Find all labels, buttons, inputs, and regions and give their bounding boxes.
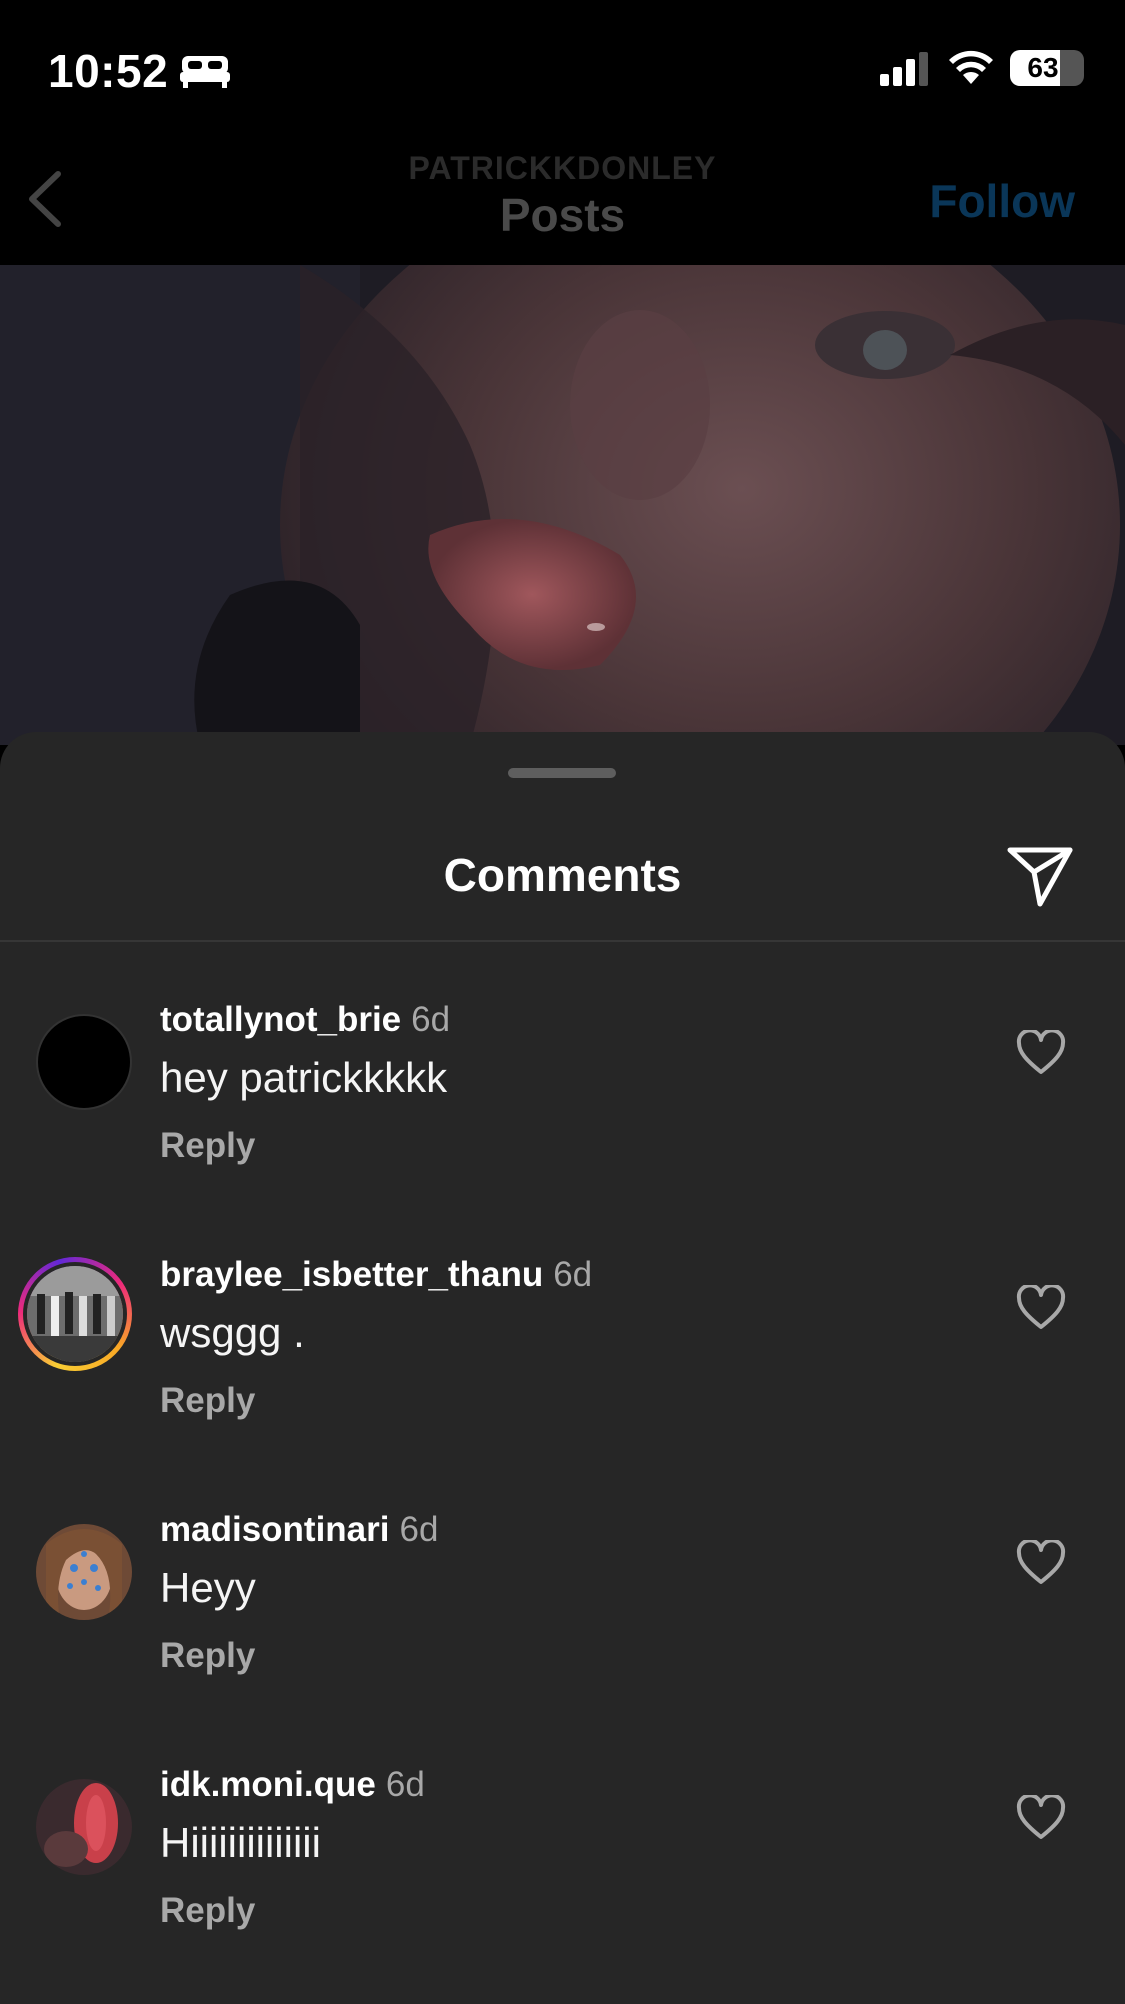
screen: 10:52 63 PATRICKKDONLEY Posts Follow Com… (0, 0, 1125, 2004)
comments-sheet: Comments totallynot_brie 6d hey patrickkk… (0, 732, 1125, 2004)
heart-icon[interactable] (1016, 1030, 1066, 1076)
comment-text: wsggg . (160, 1309, 305, 1356)
divider (0, 940, 1125, 942)
reply-button[interactable]: Reply (160, 1381, 255, 1421)
status-bar: 10:52 63 (0, 0, 1125, 140)
comment-time: 6d (399, 1510, 439, 1549)
status-time: 10:52 (48, 45, 169, 97)
battery-level-text: 63 (1027, 52, 1059, 83)
bed-icon (180, 56, 230, 88)
comment-time: 6d (385, 1765, 425, 1804)
avatar[interactable] (36, 1014, 132, 1110)
send-icon[interactable] (1006, 842, 1074, 910)
battery-icon: 63 (1010, 50, 1084, 86)
reply-button[interactable]: Reply (160, 1636, 255, 1676)
wifi-icon (949, 50, 993, 84)
avatar (23, 1262, 127, 1366)
comment-time: 6d (411, 1000, 451, 1039)
nav-header: PATRICKKDONLEY Posts Follow (0, 140, 1125, 265)
heart-icon[interactable] (1016, 1285, 1066, 1331)
comment-item: madisontinari 6d Heyy Reply (0, 1510, 1125, 1779)
comment-item: braylee_isbetter_thanu 6d wsggg . Reply (0, 1255, 1125, 1524)
comment-username[interactable]: totallynot_brie (160, 1000, 401, 1039)
heart-icon[interactable] (1016, 1795, 1066, 1841)
sheet-grabber[interactable] (508, 768, 616, 778)
comment-username[interactable]: idk.moni.que (160, 1765, 376, 1804)
comment-text: Hiiiiiiiiiiiiii (160, 1819, 321, 1866)
comment-text: Heyy (160, 1564, 256, 1611)
post-photo-graphic (0, 265, 1125, 745)
comment-item: totallynot_brie 6d hey patrickkkkk Reply (0, 1000, 1125, 1269)
comment-username[interactable]: braylee_isbetter_thanu (160, 1255, 543, 1294)
reply-button[interactable]: Reply (160, 1126, 255, 1166)
avatar[interactable] (36, 1524, 132, 1620)
follow-button[interactable]: Follow (929, 174, 1075, 228)
post-photo (0, 265, 1125, 745)
avatar[interactable] (36, 1779, 132, 1875)
signal-icon (880, 52, 928, 86)
comment-item: idk.moni.que 6d Hiiiiiiiiiiiiii Reply (0, 1765, 1125, 2004)
heart-icon[interactable] (1016, 1540, 1066, 1586)
comment-time: 6d (553, 1255, 593, 1294)
reply-button[interactable]: Reply (160, 1891, 255, 1931)
comment-text: hey patrickkkkk (160, 1054, 448, 1101)
comment-username[interactable]: madisontinari (160, 1510, 389, 1549)
avatar-story-ring[interactable] (18, 1257, 132, 1371)
comments-title: Comments (443, 849, 682, 901)
